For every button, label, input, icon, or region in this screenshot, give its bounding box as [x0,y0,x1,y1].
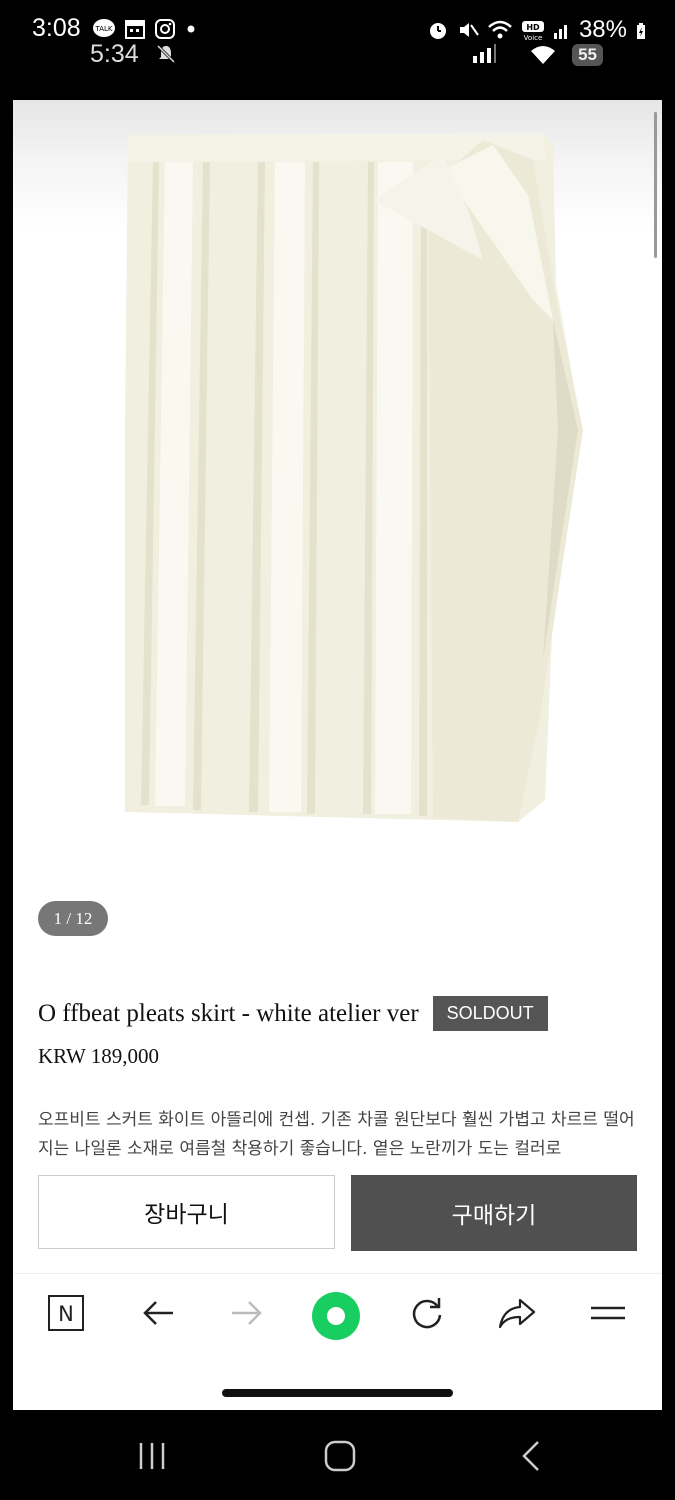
wifi-secondary-icon [531,46,555,64]
product-page[interactable]: 1 / 12 O ffbeat pleats skirt - white ate… [13,100,662,1410]
product-title: O ffbeat pleats skirt - white atelier ve… [38,999,419,1027]
soldout-badge: SOLDOUT [432,996,548,1031]
hd-voice-icon: HD Voice [521,21,544,41]
svg-text:N: N [58,1302,74,1326]
dot-icon [187,25,195,33]
naver-home-icon[interactable]: N [46,1293,86,1333]
recent-apps-icon[interactable] [134,1438,170,1474]
battery-percent: 38% [578,16,627,43]
green-dot-icon[interactable] [310,1290,362,1342]
action-bar: 장바구니 구매하기 [13,1160,662,1272]
silent-bell-icon [156,44,176,64]
add-to-cart-button[interactable]: 장바구니 [38,1175,335,1249]
buy-button[interactable]: 구매하기 [351,1175,637,1251]
signal-icon [553,25,567,39]
count-badge: 55 [572,44,603,66]
instagram-icon [155,19,175,39]
signal-bars-icon [473,44,496,63]
status-time: 3:08 [32,14,81,42]
svg-text:Voice: Voice [524,34,543,41]
title-row: O ffbeat pleats skirt - white atelier ve… [38,996,548,1031]
svg-text:HD: HD [526,23,540,32]
status-bar: 3:08 5:34 TALK HD Voice 38% 55 [0,0,675,100]
wifi-icon [488,20,512,39]
battery-charging-icon [637,23,645,39]
home-indicator[interactable] [222,1389,453,1397]
forward-icon[interactable] [227,1293,267,1333]
refresh-icon[interactable] [407,1293,447,1333]
mute-icon [459,23,479,37]
image-counter: 1 / 12 [38,901,108,936]
menu-icon[interactable] [588,1293,628,1333]
product-price: KRW 189,000 [38,1044,159,1068]
home-button-icon[interactable] [322,1438,360,1474]
alarm-icon [429,23,446,39]
status-left-icons: TALK [92,18,198,40]
status-secondary-time: 5:34 [90,40,139,68]
status-right-icons: HD Voice 38% [427,16,647,44]
product-image[interactable]: 1 / 12 [13,100,662,960]
svg-text:TALK: TALK [94,25,112,33]
scrollbar[interactable] [654,112,657,258]
talk-icon: TALK [93,19,115,37]
browser-nav-bar: N [13,1273,662,1358]
pleated-skirt-image [125,133,583,822]
back-nav-icon[interactable] [514,1438,548,1474]
product-description: 오프비트 스커트 화이트 아뜰리에 컨셉. 기존 차콜 원단보다 훨씬 가볍고 … [38,1110,635,1159]
share-icon[interactable] [497,1293,537,1333]
system-nav-bar [0,1410,675,1500]
back-icon[interactable] [138,1293,178,1333]
calendar-icon [125,20,145,39]
